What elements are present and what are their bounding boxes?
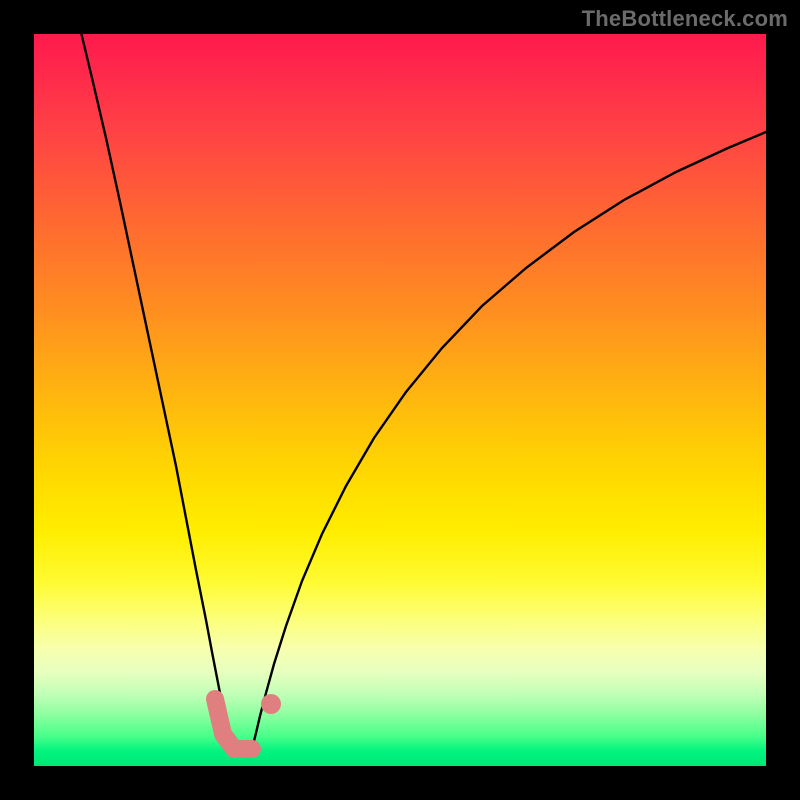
right-dot-marker [261,694,281,714]
outer-frame: TheBottleneck.com [0,0,800,800]
left-curve [80,34,234,754]
watermark-text: TheBottleneck.com [582,6,788,32]
l-marker [215,699,252,749]
plot-area [34,34,766,766]
chart-svg [34,34,766,766]
right-curve [251,132,766,754]
